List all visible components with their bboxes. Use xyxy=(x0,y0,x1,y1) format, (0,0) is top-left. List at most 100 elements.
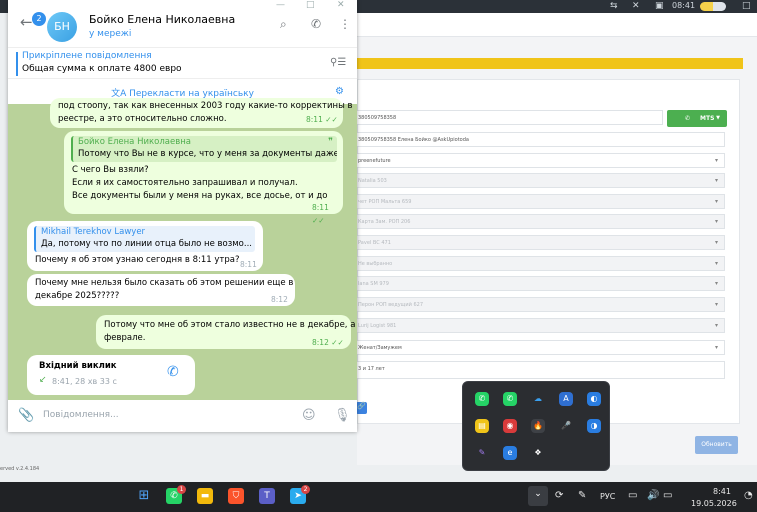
volume-icon[interactable]: 🔊 xyxy=(647,490,659,501)
message-text: Потому что мне об этом стало известно не… xyxy=(104,320,356,330)
call-back-icon[interactable]: ✆ xyxy=(167,365,179,379)
whatsapp-business-icon[interactable]: ✆ xyxy=(503,392,517,406)
emoji-icon[interactable]: ☺ xyxy=(302,408,316,423)
chevron-down-icon: ▼ xyxy=(716,115,720,121)
chevron-down-icon: ▾ xyxy=(714,280,718,287)
select-value: lana SM 979 xyxy=(358,281,389,287)
quote-icon: ❞ xyxy=(328,137,333,147)
translator-icon[interactable]: A xyxy=(559,392,573,406)
square-icon[interactable]: □ xyxy=(742,1,751,11)
sync-icon[interactable]: ⟳ xyxy=(555,490,563,501)
chevron-up-icon[interactable]: ⌄ xyxy=(528,486,548,506)
message-bubble[interactable]: Mikhail Terekhov Lawyer Да, потому что п… xyxy=(27,221,263,271)
reply-quote[interactable]: Mikhail Terekhov Lawyer Да, потому что п… xyxy=(34,226,255,252)
cloud-icon[interactable]: ☁ xyxy=(531,392,545,406)
edge-icon[interactable]: e xyxy=(503,446,517,460)
message-text: С чего Вы взяли? xyxy=(72,165,149,175)
chevron-down-icon: ▾ xyxy=(714,322,718,329)
transfer-icon[interactable]: ⇆ xyxy=(610,1,618,11)
message-composer: 📎 Повідомлення... ☺ 🎙 xyxy=(8,400,357,432)
battery-icon[interactable]: ▭ xyxy=(663,490,672,501)
phone-icon: ✆ xyxy=(685,115,691,122)
more-icon[interactable]: ⋮ xyxy=(339,17,351,31)
select-field-disabled: Pavel ВС 471 ▾ xyxy=(356,235,725,250)
message-text: Все документы были у меня на руках, все … xyxy=(72,191,328,201)
window-icon[interactable]: ▣ xyxy=(655,1,664,11)
whatsapp-badge: 1 xyxy=(177,485,186,494)
update-button[interactable]: Обновить xyxy=(695,436,738,454)
notification-icon[interactable]: ◔ xyxy=(744,490,753,501)
reply-quote[interactable]: Бойко Елена Николаевна Потому что Вы не … xyxy=(71,136,337,162)
message-text: реестре, а это относительно сложно. xyxy=(58,114,227,124)
link-button[interactable]: 🔗 xyxy=(356,402,367,414)
children-field[interactable]: 3 и 17 лет xyxy=(356,361,725,379)
microphone-icon[interactable]: 🎙 xyxy=(334,408,351,423)
color-dots-icon[interactable]: ❖ xyxy=(531,446,545,460)
chevron-down-icon: ▾ xyxy=(714,198,718,205)
contact-name[interactable]: Бойко Елена Николаевна xyxy=(89,13,235,26)
close-icon[interactable]: ✕ xyxy=(337,0,345,10)
select-field-disabled: Перон РОП ведущий 627 ▾ xyxy=(356,297,725,312)
settings-sliders-icon[interactable]: ⚙ xyxy=(335,86,344,97)
mts-call-button[interactable]: ✆ MTS ▼ xyxy=(667,110,727,127)
attach-icon[interactable]: 📎 xyxy=(18,408,34,423)
file-explorer-icon[interactable]: ▬ xyxy=(197,488,213,504)
vpn-icon[interactable]: ◐ xyxy=(587,392,601,406)
pinned-message[interactable]: Прикріплене повідомлення Общая сумма к о… xyxy=(8,47,357,78)
message-bubble[interactable]: Почему мне нельзя было сказать об этом р… xyxy=(27,274,295,306)
brave-browser-icon[interactable]: ⛉ xyxy=(228,488,244,504)
back-arrow-icon[interactable]: ← xyxy=(20,13,33,31)
chevron-down-icon: ▾ xyxy=(714,344,718,351)
minimize-icon[interactable]: — xyxy=(276,0,285,10)
telegram-window: ← 2 БН Бойко Елена Николаевна у мережі —… xyxy=(8,0,357,432)
message-input[interactable]: Повідомлення... xyxy=(43,410,119,420)
select-field-disabled: Natalia 503 ▾ xyxy=(356,173,725,188)
clock-time[interactable]: 8:41 xyxy=(713,487,731,496)
message-list[interactable]: под стоопу, так как внесенных 2003 году … xyxy=(8,98,357,400)
message-bubble[interactable]: Бойко Елена Николаевна Потому что Вы не … xyxy=(64,131,343,225)
select-value: Перон РОП ведущий 627 xyxy=(358,302,424,308)
windows-start-icon[interactable]: ⊞ xyxy=(136,488,152,504)
marital-select[interactable]: Женат/Замужем ▾ xyxy=(356,340,725,355)
clock-date[interactable]: 19.05.2026 xyxy=(691,499,737,508)
quote-author: Бойко Елена Николаевна xyxy=(78,137,191,147)
unpin-icon[interactable]: ⚲☰ xyxy=(330,57,346,68)
message-time: 8:12 xyxy=(271,295,288,304)
phone-field[interactable]: 380509758358 xyxy=(356,110,663,125)
quote-author: Mikhail Terekhov Lawyer xyxy=(41,227,146,237)
time-text: 8:11 xyxy=(306,115,323,124)
microphone-tray-icon[interactable]: 🎤 xyxy=(559,419,573,433)
select-value: Карта Зам. РОП 206 xyxy=(358,219,411,225)
message-bubble[interactable]: Потому что мне об этом стало известно не… xyxy=(96,315,355,349)
select-value: preenefuture xyxy=(358,158,391,164)
language-indicator[interactable]: РУС xyxy=(600,492,615,501)
fire-app-icon[interactable]: 🔥 xyxy=(531,419,545,433)
chrome-icon[interactable]: ◉ xyxy=(503,419,517,433)
unread-badge: 2 xyxy=(32,12,46,26)
avatar[interactable]: БН xyxy=(47,12,77,42)
whatsapp-icon[interactable]: ✆ xyxy=(475,392,489,406)
feather-icon[interactable]: ✎ xyxy=(475,446,489,460)
select-field-disabled: Не выбранно ▾ xyxy=(356,256,725,271)
sticky-note-icon[interactable]: ▤ xyxy=(475,419,489,433)
incoming-call-bubble[interactable]: Вхідний виклик ↙ 8:41, 28 хв 33 с ✆ xyxy=(27,355,195,395)
pen-icon[interactable]: ✎ xyxy=(578,490,586,501)
select-field[interactable]: preenefuture ▾ xyxy=(356,153,725,168)
contact-field[interactable]: 380509758358 Елена Бойко @AskUpiotoda xyxy=(356,132,725,147)
status-toggle[interactable] xyxy=(700,2,726,11)
search-icon[interactable]: ⌕ xyxy=(280,17,287,32)
call-icon[interactable]: ✆ xyxy=(311,17,321,31)
chevron-down-icon: ▾ xyxy=(714,301,718,308)
maximize-icon[interactable]: □ xyxy=(306,0,315,10)
network-icon[interactable]: ▭ xyxy=(628,490,637,501)
crm-header xyxy=(357,13,757,37)
mute-icon[interactable]: ✕ xyxy=(632,1,640,11)
message-bubble[interactable]: под стоопу, так как внесенных 2003 году … xyxy=(50,98,353,128)
time-text: 8:12 xyxy=(312,338,329,347)
top-bar-time: 08:41 xyxy=(672,1,696,10)
select-field-disabled: Карта Зам. РОП 206 ▾ xyxy=(356,214,725,229)
telegram-badge: 2 xyxy=(301,485,310,494)
security-icon[interactable]: ◑ xyxy=(587,419,601,433)
message-time: 8:11 ✓✓ xyxy=(306,115,338,124)
teams-icon[interactable]: T xyxy=(259,488,275,504)
